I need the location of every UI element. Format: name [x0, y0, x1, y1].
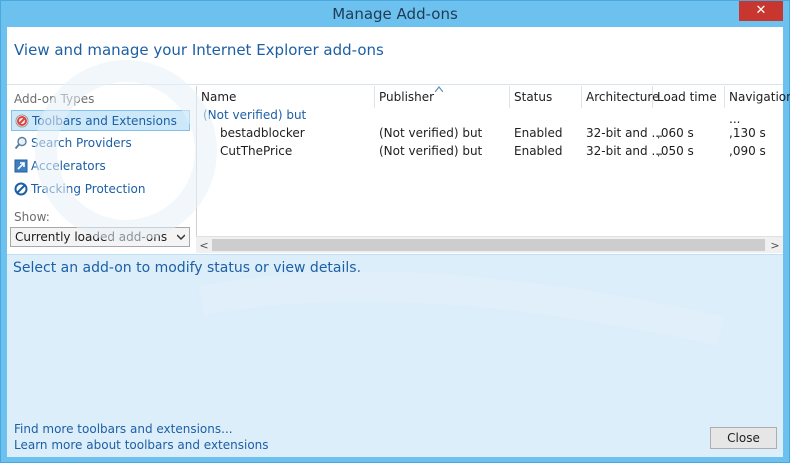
details-pane: Select an add-on to modify status or vie… [7, 254, 783, 418]
learn-more-link[interactable]: Learn more about toolbars and extensions [14, 438, 269, 452]
sidebar-item-accelerators[interactable]: Accelerators [11, 156, 190, 177]
scrollbar-thumb[interactable] [212, 239, 765, 251]
addon-types-label: Add-on Types [14, 92, 95, 106]
publisher-group-header[interactable]: (Not verified) but [203, 108, 306, 122]
details-placeholder-text: Select an add-on to modify status or vie… [13, 260, 362, 276]
header-band: View and manage your Internet Explorer a… [7, 27, 783, 85]
show-label: Show: [14, 210, 50, 224]
sidebar-item-label: Search Providers [31, 136, 132, 150]
title-bar[interactable]: Manage Add-ons ✕ [1, 1, 789, 27]
sidebar-item-label: Accelerators [31, 159, 106, 173]
addon-status: Enabled [514, 126, 563, 140]
column-header-navigation[interactable]: Navigation ... [725, 86, 790, 126]
search-icon [14, 136, 27, 150]
column-header-status[interactable]: Status [510, 86, 582, 108]
sidebar-item-label: Tracking Protection [31, 182, 146, 196]
column-header-publisher[interactable]: Publisher [375, 86, 510, 108]
sidebar-item-label: Toolbars and Extensions [32, 114, 177, 128]
window-title: Manage Add-ons [332, 5, 458, 23]
chevron-down-icon [177, 234, 185, 241]
addon-architecture: 32-bit and ... [586, 144, 663, 158]
addon-load-time: ,060 s [657, 126, 694, 140]
sidebar-item-search-providers[interactable]: Search Providers [11, 133, 190, 154]
tracking-protection-icon [14, 182, 28, 196]
find-more-link[interactable]: Find more toolbars and extensions... [14, 422, 233, 436]
column-header-architecture[interactable]: Architecture [582, 86, 659, 108]
window-close-button[interactable]: ✕ [739, 1, 783, 21]
column-header-load-time[interactable]: Load time [653, 86, 725, 108]
addon-publisher: (Not verified) but [379, 144, 483, 158]
addon-navigation-time: ,130 s [729, 126, 766, 140]
header-title: View and manage your Internet Explorer a… [14, 41, 384, 59]
manage-addons-window: Manage Add-ons ✕ View and manage your In… [0, 0, 790, 463]
addon-load-time: ,050 s [657, 144, 694, 158]
addon-list: Name Publisher Status Architecture Load … [196, 86, 790, 253]
addon-name: bestadblocker [220, 126, 305, 140]
show-dropdown-value: Currently loaded add-ons [15, 230, 168, 244]
horizontal-scrollbar[interactable]: < > [196, 236, 783, 253]
addon-name: CutThePrice [220, 144, 293, 158]
sidebar-item-tracking-protection[interactable]: Tracking Protection [11, 179, 190, 200]
addon-types-pane: Add-on Types Toolbars and Extensions Sea… [7, 86, 193, 253]
addon-architecture: 32-bit and ... [586, 126, 663, 140]
sidebar-item-toolbars-extensions[interactable]: Toolbars and Extensions [11, 110, 190, 131]
footer: Find more toolbars and extensions... Lea… [7, 418, 783, 457]
column-header-name[interactable]: Name [197, 86, 375, 108]
dialog-client-area: View and manage your Internet Explorer a… [7, 27, 790, 457]
scroll-left-button[interactable]: < [196, 237, 212, 254]
addon-publisher: (Not verified) but [379, 126, 483, 140]
addon-navigation-time: ,090 s [729, 144, 766, 158]
show-dropdown[interactable]: Currently loaded add-ons [10, 227, 190, 247]
close-button[interactable]: Close [710, 427, 777, 449]
accelerator-icon [14, 159, 28, 173]
addon-status: Enabled [514, 144, 563, 158]
scroll-right-button[interactable]: > [767, 237, 783, 254]
toolbars-extensions-icon [15, 114, 29, 128]
table-row[interactable]: CutThePrice (Not verified) but Enabled 3… [197, 142, 784, 160]
table-row[interactable]: bestadblocker (Not verified) but Enabled… [197, 124, 784, 142]
